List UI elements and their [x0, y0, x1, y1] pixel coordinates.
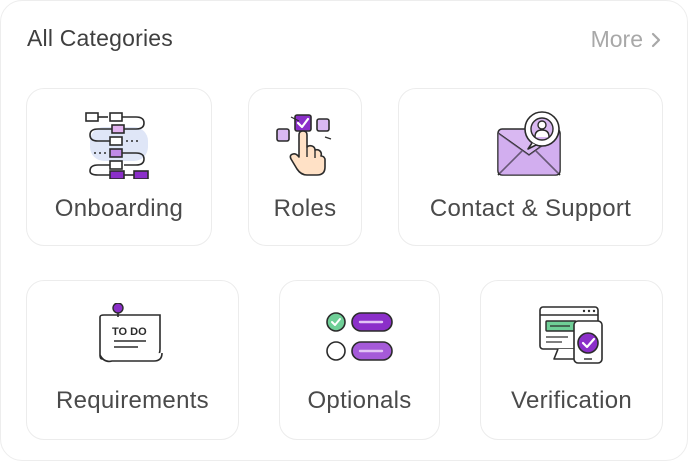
- categories-panel: All Categories More Onboarding Roles Con…: [0, 0, 688, 461]
- category-card-contact-support[interactable]: Contact & Support: [398, 88, 663, 246]
- category-card-roles[interactable]: Roles: [248, 88, 362, 246]
- chevron-right-icon: [651, 32, 661, 47]
- onboarding-flowchart-icon: [84, 109, 154, 179]
- optionals-toggle-list-icon: [325, 311, 394, 363]
- more-link[interactable]: More: [591, 26, 661, 53]
- category-label: Roles: [273, 195, 337, 222]
- category-label: Onboarding: [54, 195, 184, 222]
- category-card-onboarding[interactable]: Onboarding: [26, 88, 212, 246]
- contact-support-envelope-icon: [496, 109, 566, 179]
- requirements-todo-note-icon: TO DO: [98, 303, 168, 365]
- category-label: Optionals: [307, 387, 412, 414]
- verification-screen-check-icon: [538, 303, 606, 365]
- svg-text:TO DO: TO DO: [112, 326, 147, 338]
- category-card-verification[interactable]: Verification: [480, 280, 663, 440]
- more-label: More: [590, 26, 643, 52]
- category-label: Verification: [511, 387, 632, 414]
- category-card-optionals[interactable]: Optionals: [279, 280, 440, 440]
- category-card-requirements[interactable]: TO DO Requirements: [26, 280, 239, 440]
- category-label: Requirements: [55, 387, 209, 414]
- category-label: Contact & Support: [429, 195, 632, 222]
- roles-select-hand-icon: [275, 113, 335, 177]
- section-title: All Categories: [27, 25, 173, 51]
